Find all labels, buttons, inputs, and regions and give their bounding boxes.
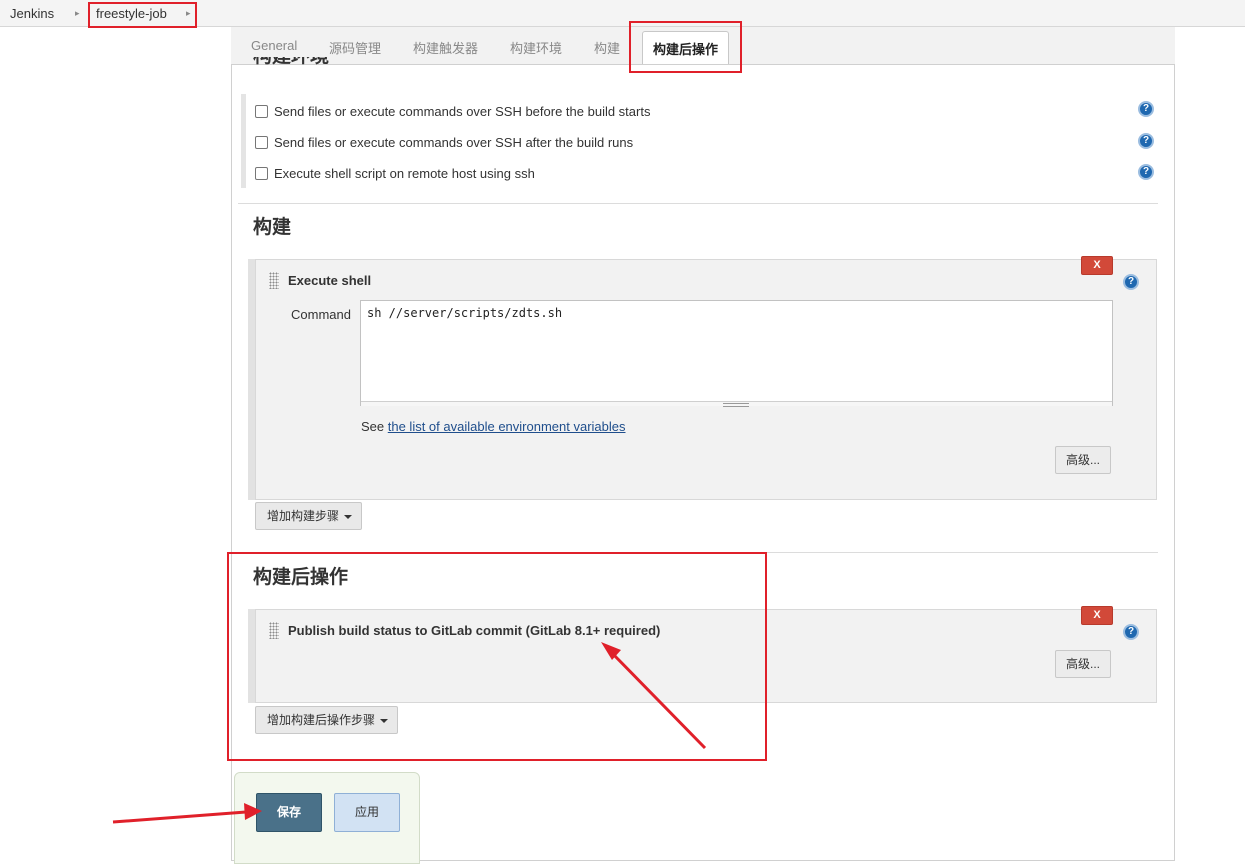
breadcrumb-jenkins[interactable]: Jenkins: [10, 6, 54, 21]
tab-build-triggers[interactable]: 构建触发器: [413, 38, 478, 57]
section-divider: [238, 552, 1158, 553]
ssh-after-build-label: Send files or execute commands over SSH …: [274, 134, 634, 150]
textarea-resize-handle[interactable]: [361, 401, 1112, 407]
tab-general[interactable]: General: [251, 38, 297, 53]
delete-step-button[interactable]: X: [1081, 256, 1113, 275]
command-textarea[interactable]: sh //server/scripts/zdts.sh: [360, 300, 1113, 406]
remote-shell-option: Execute shell script on remote host usin…: [255, 164, 535, 182]
section-bar: [248, 259, 255, 500]
tab-post-build-actions[interactable]: 构建后操作: [642, 31, 730, 64]
breadcrumb-freestyle-job[interactable]: freestyle-job: [96, 6, 167, 21]
save-button[interactable]: 保存: [256, 793, 322, 832]
ssh-before-build-option: Send files or execute commands over SSH …: [255, 102, 650, 120]
help-icon[interactable]: ?: [1138, 133, 1154, 149]
gitlab-publish-title: Publish build status to GitLab commit (G…: [288, 623, 661, 638]
post-build-section-title: 构建后操作: [253, 567, 349, 588]
remote-shell-checkbox[interactable]: [255, 166, 268, 180]
add-build-step-button[interactable]: 增加构建步骤: [255, 502, 363, 530]
ssh-before-build-label: Send files or execute commands over SSH …: [274, 103, 651, 119]
build-environment-title: 构建环境: [253, 57, 329, 77]
drag-handle-icon[interactable]: [269, 622, 279, 639]
breadcrumb-separator-icon[interactable]: ▸: [75, 8, 80, 19]
ssh-before-build-checkbox[interactable]: [255, 104, 268, 118]
help-icon[interactable]: ?: [1138, 101, 1154, 117]
help-icon[interactable]: ?: [1138, 164, 1154, 180]
execute-shell-title: Execute shell: [288, 273, 372, 288]
remote-shell-label: Execute shell script on remote host usin…: [274, 165, 535, 181]
tab-build[interactable]: 构建: [594, 38, 620, 57]
ssh-after-build-option: Send files or execute commands over SSH …: [255, 133, 633, 151]
advanced-button[interactable]: 高级...: [1055, 650, 1111, 678]
caret-down-icon: [380, 719, 389, 723]
add-build-step-label: 增加构建步骤: [267, 509, 340, 523]
section-bar: [241, 94, 246, 188]
drag-handle-icon[interactable]: [269, 272, 279, 289]
breadcrumb-separator-icon[interactable]: ▸: [186, 8, 191, 19]
section-divider: [238, 203, 1158, 204]
help-icon[interactable]: ?: [1123, 624, 1139, 640]
ssh-after-build-checkbox[interactable]: [255, 135, 268, 149]
tab-build-environment[interactable]: 构建环境: [510, 38, 562, 57]
config-tab-bar: General 源码管理 构建触发器 构建环境 构建 构建后操作: [231, 27, 1175, 65]
add-post-build-step-label: 增加构建后操作步骤: [267, 713, 376, 727]
section-bar: [248, 609, 255, 703]
env-vars-link[interactable]: the list of available environment variab…: [388, 419, 626, 434]
add-post-build-step-button[interactable]: 增加构建后操作步骤: [255, 706, 399, 734]
delete-step-button[interactable]: X: [1081, 606, 1113, 625]
help-icon[interactable]: ?: [1123, 274, 1139, 290]
tab-source-management[interactable]: 源码管理: [329, 38, 381, 57]
apply-button[interactable]: 应用: [334, 793, 400, 832]
caret-down-icon: [344, 515, 353, 519]
command-label: Command: [291, 307, 351, 322]
breadcrumb: Jenkins ▸ freestyle-job ▸: [0, 0, 1245, 27]
env-vars-prefix: See: [361, 419, 388, 434]
env-vars-hint: See the list of available environment va…: [361, 419, 626, 434]
advanced-button[interactable]: 高级...: [1055, 446, 1111, 474]
build-section-title: 构建: [253, 217, 292, 238]
